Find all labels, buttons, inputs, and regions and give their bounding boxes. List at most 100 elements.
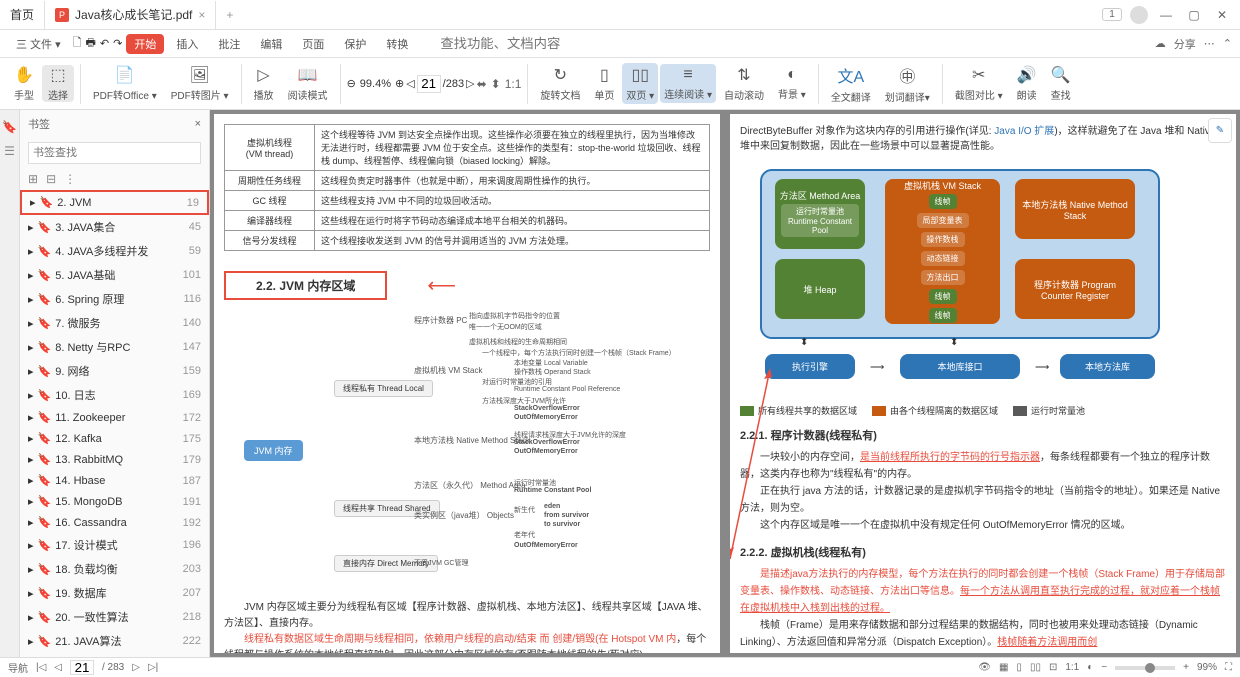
zoom-in-icon[interactable]: + xyxy=(1183,662,1189,673)
tab-home[interactable]: 首页 xyxy=(0,1,45,29)
view-icon[interactable]: 1:1 xyxy=(1065,662,1079,673)
pdf-to-office[interactable]: 📄PDF转Office ▾ xyxy=(87,65,163,102)
outline-icon[interactable]: ☰ xyxy=(4,144,15,158)
background[interactable]: ◐背景 ▾ xyxy=(772,66,812,101)
find[interactable]: 🔍查找 xyxy=(1045,65,1077,102)
caret-icon[interactable]: ⌃ xyxy=(1223,37,1232,50)
translate[interactable]: 文A全文翻译 xyxy=(825,63,877,104)
read-mode[interactable]: 📖阅读模式 xyxy=(282,65,334,102)
status-page-input[interactable] xyxy=(70,660,94,675)
bookmark-item[interactable]: ▸🔖19. 数据库207 xyxy=(20,581,209,605)
read-aloud[interactable]: 🔊朗读 xyxy=(1011,65,1043,102)
bookmark-item[interactable]: ▸🔖9. 网络159 xyxy=(20,359,209,383)
bookmark-icon[interactable]: 🔖 xyxy=(2,120,17,134)
hand-tool[interactable]: ✋手型 xyxy=(8,65,40,102)
compare[interactable]: ✂截图对比 ▾ xyxy=(949,65,1009,102)
play-button[interactable]: ▷播放 xyxy=(248,65,280,102)
select-tool[interactable]: ⬚选择 xyxy=(42,65,74,102)
bookmark-item[interactable]: ▸🔖6. Spring 原理116 xyxy=(20,287,209,311)
view-icon[interactable]: ▦ xyxy=(999,662,1008,673)
actual-size-icon[interactable]: 1:1 xyxy=(505,77,522,91)
bookmark-item[interactable]: ▸🔖22. 数据结构232 xyxy=(20,653,209,657)
toolbar: ✋手型 ⬚选择 📄PDF转Office ▾ 🖼PDF转图片 ▾ ▷播放 📖阅读模… xyxy=(0,58,1240,110)
menu-icon[interactable]: ↶ xyxy=(100,37,109,50)
view-icon[interactable]: ▯▯ xyxy=(1030,662,1041,673)
bookmark-item[interactable]: ▸🔖8. Netty 与RPC147 xyxy=(20,335,209,359)
bookmark-item[interactable]: ▸🔖12. Kafka175 xyxy=(20,428,209,449)
bookmark-item[interactable]: ▸🔖21. JAVA算法222 xyxy=(20,629,209,653)
single-page[interactable]: ▯单页 xyxy=(588,65,620,102)
view-icon[interactable]: ⊡ xyxy=(1049,662,1057,673)
bookmark-item[interactable]: ▸🔖2. JVM19 xyxy=(20,190,209,215)
zoom-control[interactable]: ⊖ 99.4% ⊕ xyxy=(347,77,405,90)
page-control[interactable]: ◁ /283 ▷ xyxy=(406,75,474,93)
fit-width-icon[interactable]: ⬌ xyxy=(477,77,487,91)
tab-convert[interactable]: 转换 xyxy=(378,34,416,54)
expand-icon[interactable]: ⊞ xyxy=(28,172,38,186)
double-page[interactable]: ▯▯双页 ▾ xyxy=(622,63,658,104)
file-menu[interactable]: 三 文件 ▾ xyxy=(8,34,69,54)
bookmark-item[interactable]: ▸🔖17. 设计模式196 xyxy=(20,533,209,557)
tree-icon[interactable]: ⋮ xyxy=(64,172,76,186)
tab-protect[interactable]: 保护 xyxy=(336,34,374,54)
mm-txt: OutOfMemoryError xyxy=(514,414,578,421)
view-icon[interactable]: 👁 xyxy=(978,662,991,673)
bookmark-item[interactable]: ▸🔖10. 日志169 xyxy=(20,383,209,407)
close-window-icon[interactable]: ✕ xyxy=(1212,8,1232,22)
page-input[interactable] xyxy=(417,75,441,93)
pdf-to-image[interactable]: 🖼PDF转图片 ▾ xyxy=(165,65,235,102)
menu-icon[interactable]: ↷ xyxy=(113,37,122,50)
share-button[interactable]: 分享 xyxy=(1174,36,1196,52)
bookmark-item[interactable]: ▸🔖15. MongoDB191 xyxy=(20,491,209,512)
maximize-icon[interactable]: ▢ xyxy=(1184,8,1204,22)
new-tab-button[interactable]: + xyxy=(216,8,243,22)
zoom-in-icon[interactable]: ⊕ xyxy=(395,77,404,90)
bookmark-item[interactable]: ▸🔖18. 负载均衡203 xyxy=(20,557,209,581)
prev-page-icon[interactable]: ◁ xyxy=(406,77,414,90)
auto-scroll[interactable]: ⇅自动滚动 xyxy=(718,65,770,102)
close-icon[interactable]: × xyxy=(198,8,205,22)
word-translate[interactable]: ㊥划词翻译▾ xyxy=(879,63,936,104)
continuous-read[interactable]: ≡连续阅读 ▾ xyxy=(660,64,716,103)
rotate-button[interactable]: ↻旋转文档 xyxy=(534,65,586,102)
fit-page-icon[interactable]: ⬍ xyxy=(491,77,501,91)
bookmark-item[interactable]: ▸🔖13. RabbitMQ179 xyxy=(20,449,209,470)
bookmark-item[interactable]: ▸🔖16. Cassandra192 xyxy=(20,512,209,533)
next-page-icon[interactable]: ▷ xyxy=(466,77,474,90)
bookmark-item[interactable]: ▸🔖5. JAVA基础101 xyxy=(20,263,209,287)
zoom-out-icon[interactable]: ⊖ xyxy=(347,77,356,90)
last-page-icon[interactable]: ▷| xyxy=(148,662,158,673)
bookmark-item[interactable]: ▸🔖14. Hbase187 xyxy=(20,470,209,491)
tab-page[interactable]: 页面 xyxy=(294,34,332,54)
pdf-icon: P xyxy=(55,8,69,22)
next-page-icon[interactable]: ▷ xyxy=(132,662,140,673)
bookmark-item[interactable]: ▸🔖7. 微服务140 xyxy=(20,311,209,335)
bookmark-item[interactable]: ▸🔖20. 一致性算法218 xyxy=(20,605,209,629)
zoom-out-icon[interactable]: − xyxy=(1101,662,1107,673)
minimize-icon[interactable]: — xyxy=(1156,8,1176,22)
menu-icon[interactable]: 🖶 xyxy=(86,34,96,53)
tab-start[interactable]: 开始 xyxy=(126,34,164,54)
prev-page-icon[interactable]: ◁ xyxy=(54,662,62,673)
bookmark-search[interactable] xyxy=(28,142,201,164)
tab-edit[interactable]: 编辑 xyxy=(252,34,290,54)
view-icon[interactable]: ◐ xyxy=(1087,662,1093,673)
collapse-icon[interactable]: ⊟ xyxy=(46,172,56,186)
tab-annotate[interactable]: 批注 xyxy=(210,34,248,54)
view-icon[interactable]: ▯ xyxy=(1016,662,1022,673)
fullscreen-icon[interactable]: ⛶ xyxy=(1225,662,1232,673)
tab-insert[interactable]: 插入 xyxy=(168,34,206,54)
first-page-icon[interactable]: |◁ xyxy=(36,662,46,673)
bookmark-item[interactable]: ▸🔖4. JAVA多线程并发59 xyxy=(20,239,209,263)
bookmark-item[interactable]: ▸🔖11. Zookeeper172 xyxy=(20,407,209,428)
menu-icon[interactable]: 🗋 xyxy=(73,34,82,53)
menu-search[interactable] xyxy=(440,34,560,54)
more-icon[interactable]: ⋯ xyxy=(1204,37,1215,50)
sidebar-close-icon[interactable]: × xyxy=(195,118,201,130)
cloud-icon[interactable]: ☁ xyxy=(1155,37,1166,50)
bookmark-item[interactable]: ▸🔖3. JAVA集合45 xyxy=(20,215,209,239)
tool-icon[interactable]: ✎ xyxy=(1216,125,1224,136)
avatar[interactable] xyxy=(1130,6,1148,24)
mm-txt: 不受JVM GC管理 xyxy=(414,558,468,568)
tab-file[interactable]: P Java核心成长笔记.pdf × xyxy=(45,1,216,29)
